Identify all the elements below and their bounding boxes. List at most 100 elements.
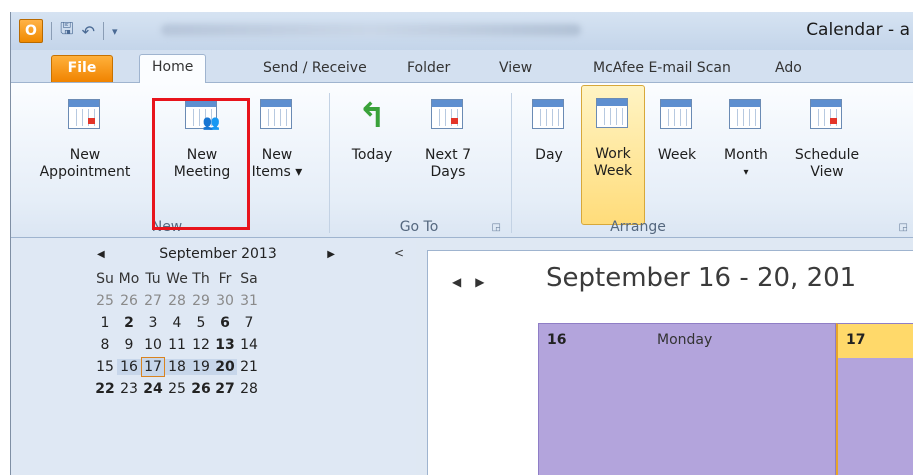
tab-send-receive[interactable]: Send / Receive bbox=[251, 56, 379, 82]
date-cell[interactable]: 25 bbox=[165, 381, 189, 397]
group-separator bbox=[511, 93, 512, 233]
date-cell[interactable]: 4 bbox=[165, 315, 189, 331]
button-label: Today bbox=[351, 147, 393, 163]
button-label: New bbox=[69, 147, 101, 163]
button-label: Days bbox=[430, 164, 466, 180]
weekday-label: Su bbox=[96, 271, 114, 287]
button-label: New bbox=[261, 147, 293, 163]
new-appointment-button[interactable]: New Appointment bbox=[39, 95, 131, 181]
window-title: Calendar - a bbox=[806, 20, 910, 40]
calendar-nav-arrows[interactable]: ◀▶ bbox=[452, 275, 498, 289]
weekday-header: Su Mo Tu We Th Fr Sa bbox=[93, 268, 343, 290]
previous-month-icon[interactable]: ◀ bbox=[97, 249, 105, 260]
redacted-account bbox=[161, 24, 581, 36]
date-cell[interactable]: 30 bbox=[213, 293, 237, 309]
outlook-window: O 🖫 ↶ ▾ Calendar - a File Home Send / Re… bbox=[10, 12, 913, 475]
outlook-app-icon[interactable]: O bbox=[19, 19, 43, 43]
weekday-label: We bbox=[166, 271, 188, 287]
send-receive-icon[interactable]: 🖫 bbox=[60, 18, 74, 45]
undo-icon[interactable]: ↶ bbox=[82, 22, 95, 41]
date-cell[interactable]: 27 bbox=[141, 293, 165, 309]
quick-access-toolbar: O 🖫 ↶ ▾ bbox=[19, 18, 118, 44]
day-name: Monday bbox=[657, 332, 713, 348]
date-cell[interactable]: 21 bbox=[237, 359, 261, 375]
date-cell[interactable]: 26 bbox=[117, 293, 141, 309]
date-cell[interactable]: 22 bbox=[93, 381, 117, 397]
tab-mcafee[interactable]: McAfee E-mail Scan bbox=[581, 56, 743, 82]
date-cell[interactable]: 10 bbox=[141, 337, 165, 353]
date-cell[interactable]: 26 bbox=[189, 381, 213, 397]
date-cell[interactable]: 24 bbox=[141, 381, 165, 397]
button-label: Schedule bbox=[794, 147, 860, 163]
date-cell[interactable]: 16 bbox=[117, 359, 141, 375]
date-cell[interactable]: 1 bbox=[93, 315, 117, 331]
week-view-icon bbox=[660, 99, 694, 133]
date-cell[interactable]: 18 bbox=[165, 359, 189, 375]
month-view-button[interactable]: Month ▾ bbox=[711, 95, 781, 181]
date-cell-today[interactable]: 17 bbox=[141, 357, 165, 377]
next-month-icon[interactable]: ▶ bbox=[327, 249, 335, 260]
qat-separator bbox=[51, 22, 52, 40]
schedule-view-button[interactable]: Schedule View bbox=[785, 95, 869, 181]
date-cell[interactable]: 2 bbox=[117, 315, 141, 331]
date-cell[interactable]: 5 bbox=[189, 315, 213, 331]
next-7-days-icon bbox=[431, 99, 465, 133]
day-column-monday[interactable]: 16 Monday bbox=[538, 323, 836, 475]
new-items-button[interactable]: New Items ▾ bbox=[247, 95, 307, 181]
date-cell[interactable]: 29 bbox=[189, 293, 213, 309]
date-cell[interactable]: 14 bbox=[237, 337, 261, 353]
date-cell[interactable]: 23 bbox=[117, 381, 141, 397]
date-cell[interactable]: 7 bbox=[237, 315, 261, 331]
new-meeting-highlight-box bbox=[152, 98, 250, 230]
day-view-button[interactable]: Day bbox=[525, 95, 573, 164]
tab-add-ins[interactable]: Ado bbox=[763, 56, 814, 82]
tab-home[interactable]: Home bbox=[139, 54, 207, 84]
date-cell[interactable]: 12 bbox=[189, 337, 213, 353]
tab-view[interactable]: View bbox=[487, 56, 544, 82]
day-column-tuesday[interactable]: 17 bbox=[836, 323, 913, 475]
qat-separator bbox=[103, 22, 105, 40]
date-cell[interactable]: 20 bbox=[213, 359, 237, 375]
week-row: 25 26 27 28 29 30 31 bbox=[93, 290, 343, 312]
date-cell[interactable]: 28 bbox=[237, 381, 261, 397]
date-cell[interactable]: 19 bbox=[189, 359, 213, 375]
day-header: 16 Monday bbox=[539, 324, 835, 358]
date-cell[interactable]: 11 bbox=[165, 337, 189, 353]
date-cell[interactable]: 13 bbox=[213, 337, 237, 353]
weekday-label: Tu bbox=[145, 271, 161, 287]
tab-folder[interactable]: Folder bbox=[395, 56, 462, 82]
week-row: 8 9 10 11 12 13 14 bbox=[93, 334, 343, 356]
date-cell[interactable]: 6 bbox=[213, 315, 237, 331]
mini-calendar-title: September 2013 bbox=[159, 246, 277, 262]
date-cell[interactable]: 15 bbox=[93, 359, 117, 375]
today-button[interactable]: ↰ Today bbox=[339, 95, 405, 164]
date-cell[interactable]: 31 bbox=[237, 293, 261, 309]
week-row: 1 2 3 4 5 6 7 bbox=[93, 312, 343, 334]
dialog-launcher-icon[interactable]: ◲ bbox=[492, 222, 501, 233]
day-view-icon bbox=[532, 99, 566, 133]
date-cell[interactable]: 9 bbox=[117, 337, 141, 353]
date-cell[interactable]: 8 bbox=[93, 337, 117, 353]
collapse-pane-icon[interactable]: < bbox=[394, 246, 404, 260]
week-view-button[interactable]: Week bbox=[649, 95, 705, 164]
tab-file[interactable]: File bbox=[51, 55, 113, 82]
group-separator bbox=[329, 93, 330, 233]
dialog-launcher-icon[interactable]: ◲ bbox=[899, 222, 908, 233]
weekday-label: Th bbox=[192, 271, 210, 287]
navigation-pane: < ◀ September 2013 ▶ Su Mo Tu We Th Fr S… bbox=[11, 238, 416, 475]
next-7-days-button[interactable]: Next 7 Days bbox=[413, 95, 483, 181]
date-cell[interactable]: 28 bbox=[165, 293, 189, 309]
date-cell[interactable]: 27 bbox=[213, 381, 237, 397]
button-label: Day bbox=[535, 147, 563, 163]
button-label: ▾ bbox=[743, 167, 749, 178]
button-label: Next 7 bbox=[425, 147, 471, 163]
group-label-arrange: Arrange bbox=[610, 219, 666, 235]
button-label: Month bbox=[724, 147, 768, 163]
date-cell[interactable]: 3 bbox=[141, 315, 165, 331]
date-cell[interactable]: 25 bbox=[93, 293, 117, 309]
customize-qat-icon[interactable]: ▾ bbox=[112, 25, 118, 38]
ribbon-tabs: File Home Send / Receive Folder View McA… bbox=[11, 50, 913, 84]
day-number: 16 bbox=[547, 332, 567, 348]
work-week-view-button[interactable]: Work Week bbox=[581, 85, 645, 225]
button-label: Appointment bbox=[39, 164, 131, 180]
